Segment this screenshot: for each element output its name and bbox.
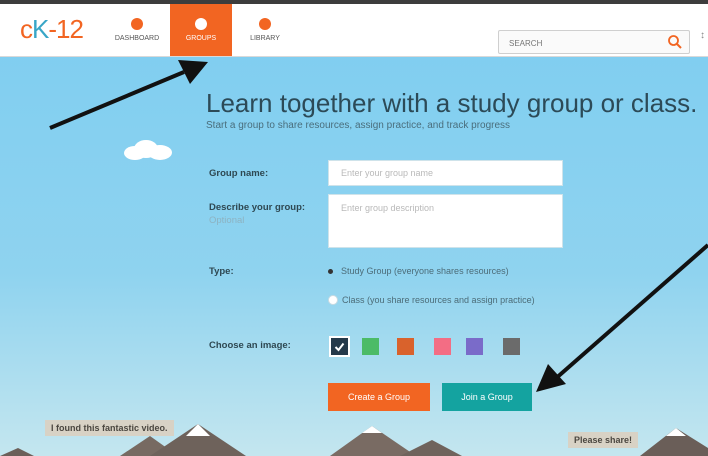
annotation-right-note: Please share! — [568, 432, 639, 448]
mountain-decoration — [0, 424, 708, 456]
annotation-left-note: I found this fantastic video. — [45, 420, 174, 436]
